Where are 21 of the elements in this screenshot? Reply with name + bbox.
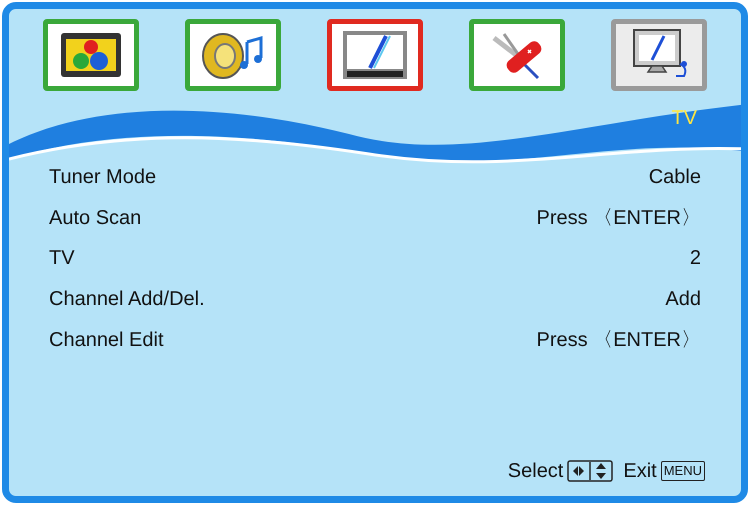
- arrow-keys-icon: [567, 460, 614, 482]
- setting-label: Tuner Mode: [49, 165, 156, 190]
- menu-tab[interactable]: [327, 19, 423, 91]
- page-title: TV: [671, 107, 697, 131]
- menu-key: MENU: [660, 461, 705, 481]
- film-balls-icon: [59, 31, 123, 79]
- setting-label: TV: [49, 246, 75, 272]
- monitor-icon: [342, 30, 408, 80]
- setting-value: 2: [690, 246, 701, 272]
- setting-value: Cable: [648, 165, 701, 190]
- menu-tab[interactable]: [611, 19, 707, 91]
- select-hint: Select: [508, 459, 564, 484]
- setting-label: Channel Add/Del.: [49, 287, 205, 312]
- menu-tab[interactable]: [185, 19, 281, 91]
- setting-value: Press 〈ENTER〉: [536, 206, 701, 231]
- setting-label: Channel Edit: [49, 328, 164, 353]
- setting-value: Press 〈ENTER〉: [536, 328, 701, 353]
- menu-tab[interactable]: [43, 19, 139, 91]
- exit-hint: Exit: [623, 459, 657, 484]
- setting-value: Add: [665, 287, 701, 312]
- setting-label: Auto Scan: [49, 206, 142, 231]
